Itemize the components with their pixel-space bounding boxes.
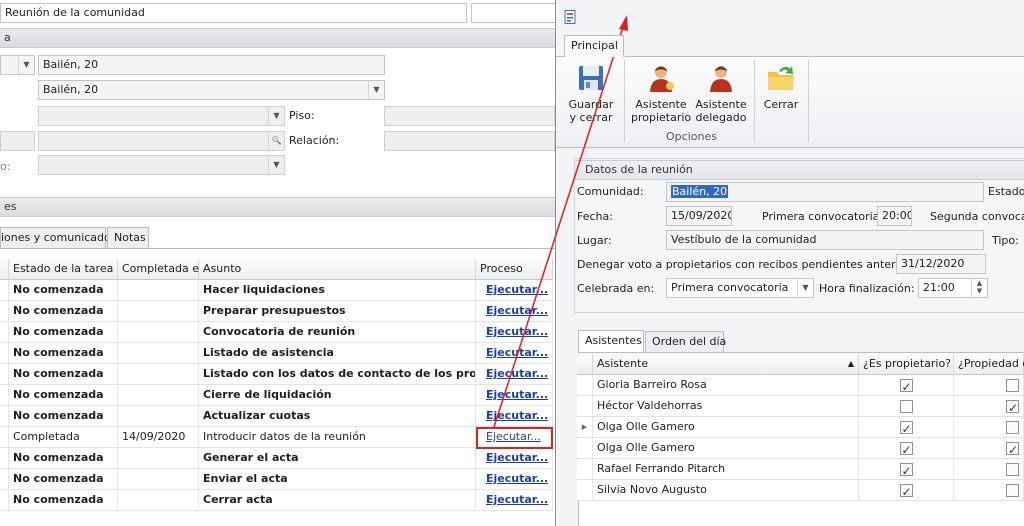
ribbon-tab-principal[interactable]: Principal <box>564 35 624 57</box>
tab-asistentes[interactable]: Asistentes <box>578 330 644 352</box>
annotation-arrow <box>493 15 628 428</box>
